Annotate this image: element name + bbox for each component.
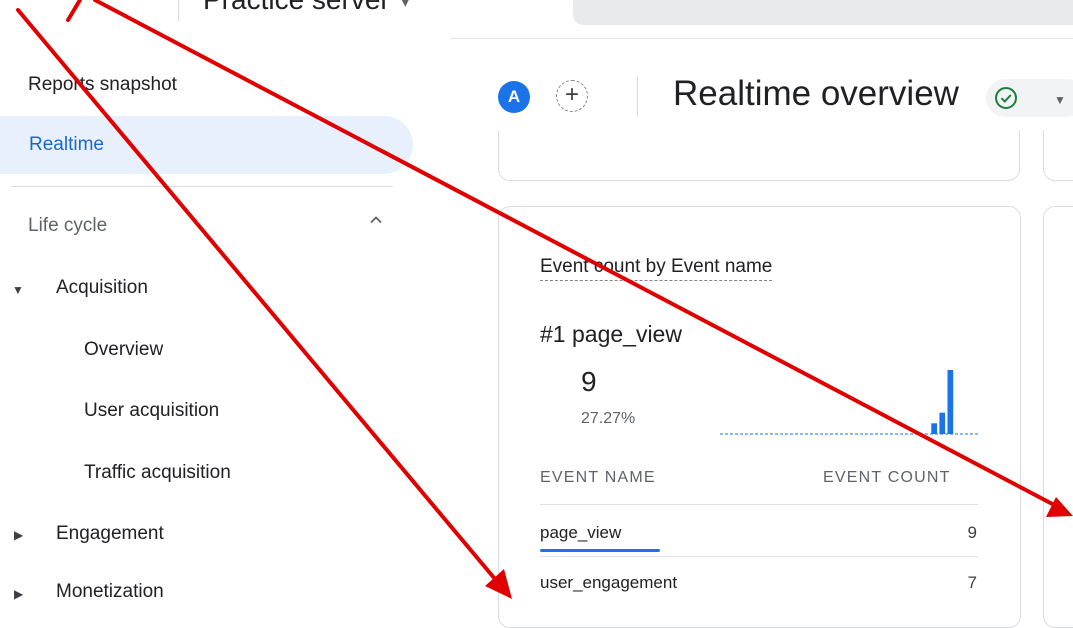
sidebar-item-overview[interactable]: Overview (84, 339, 163, 361)
card-above (498, 130, 1020, 181)
chevron-down-icon[interactable]: ▼ (1054, 93, 1066, 107)
sidebar-item-acquisition[interactable]: Acquisition (56, 277, 148, 299)
sidebar-item-engagement[interactable]: Engagement (56, 523, 164, 545)
chevron-up-icon[interactable] (368, 212, 384, 228)
collapsed-triangle-icon[interactable]: ▶ (14, 528, 23, 542)
comparison-avatar[interactable]: A (498, 81, 530, 113)
card-right (1043, 206, 1073, 628)
topbar-divider (178, 0, 179, 22)
sparkline-chart (720, 370, 980, 435)
table-row-event-name[interactable]: page_view (540, 523, 621, 543)
add-comparison-button[interactable]: + (556, 80, 588, 112)
card-title-metric: Event count by Event name (540, 256, 773, 281)
expanded-triangle-icon[interactable]: ▼ (12, 283, 24, 297)
column-header-event-name[interactable]: EVENT NAME (540, 469, 656, 487)
search-box[interactable] (573, 0, 1073, 25)
top-event-heading: #1 page_view (540, 321, 682, 348)
sidebar-item-reports-snapshot[interactable]: Reports snapshot (28, 74, 177, 96)
sparkline-bar (939, 412, 946, 434)
table-divider (540, 504, 978, 505)
sidebar-item-monetization[interactable]: Monetization (56, 581, 164, 603)
top-event-percent: 27.27% (581, 410, 636, 427)
row-selected-indicator (540, 549, 660, 552)
table-row-event-name[interactable]: user_engagement (540, 573, 677, 593)
table-row-event-count: 7 (967, 573, 977, 592)
page-title: Realtime overview (673, 74, 959, 113)
property-name: Practice server (203, 0, 390, 15)
sidebar: Reports snapshot Realtime Life cycle ▼ A… (0, 38, 450, 602)
section-life-cycle: Life cycle (28, 215, 108, 236)
top-event-name: page_view (571, 321, 682, 347)
property-selector[interactable]: Practice server ▾ (203, 0, 409, 16)
sparkline-bar (931, 423, 937, 434)
sidebar-item-user-acquisition[interactable]: User acquisition (84, 400, 219, 422)
column-header-event-count[interactable]: EVENT COUNT (823, 469, 951, 487)
card-above-right (1043, 130, 1073, 181)
sparkline-bar (947, 370, 954, 434)
top-bar: Practice server ▾ (0, 0, 1073, 39)
top-event-rank: #1 (540, 321, 566, 347)
header-divider (637, 77, 638, 117)
table-divider (540, 556, 978, 557)
sidebar-divider (11, 186, 393, 187)
table-row-event-count: 9 (967, 523, 977, 542)
check-circle-icon (995, 87, 1017, 109)
chevron-down-icon: ▾ (401, 0, 410, 11)
card-title[interactable]: Event count by Event name (540, 256, 773, 281)
sidebar-item-traffic-acquisition[interactable]: Traffic acquisition (84, 462, 231, 484)
top-event-value: 9 (581, 366, 597, 397)
sidebar-item-realtime-label: Realtime (29, 134, 104, 155)
